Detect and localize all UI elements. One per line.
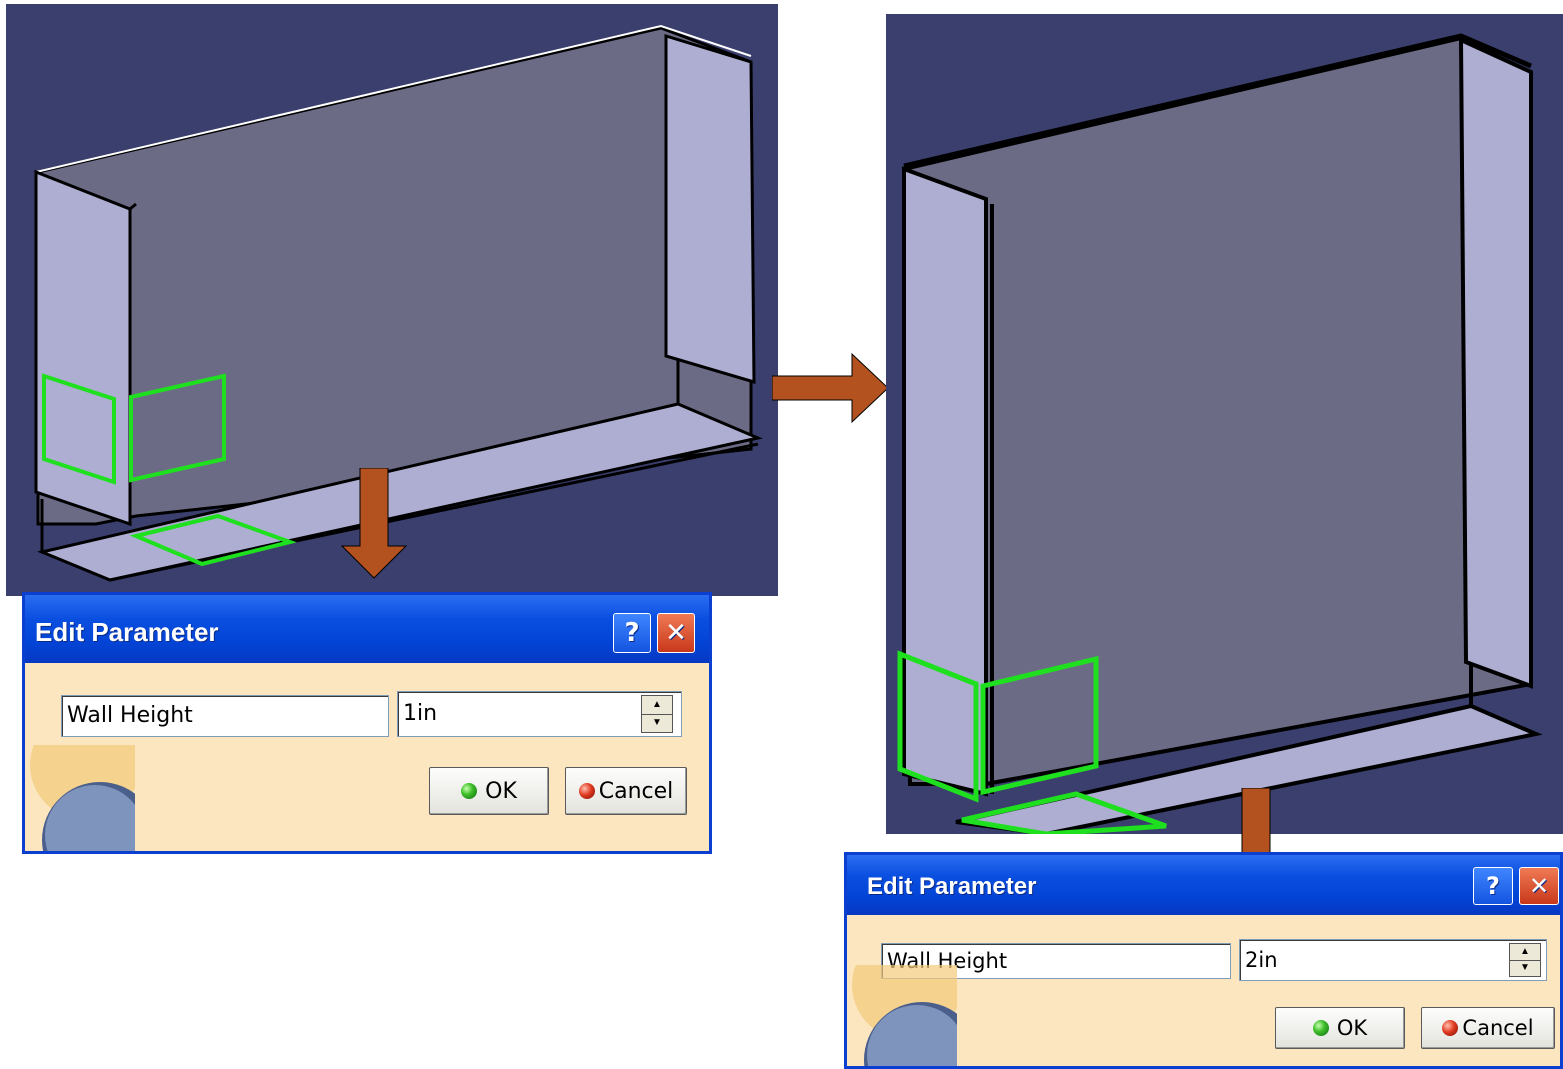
edit-parameter-dialog-right: Edit Parameter ? ✕ Wall Height 2in ▲ ▼ O… <box>844 852 1563 1069</box>
right-part-drawing <box>886 14 1563 834</box>
right-3d-viewport[interactable] <box>886 14 1563 834</box>
spin-down-icon[interactable]: ▼ <box>1510 960 1540 976</box>
ok-button[interactable]: OK <box>1275 1007 1405 1049</box>
ok-label: OK <box>485 778 517 804</box>
cancel-red-ball-icon <box>1442 1020 1459 1036</box>
dialog-titlebar[interactable]: Edit Parameter ? ✕ <box>847 855 1560 915</box>
dialog-title: Edit Parameter <box>35 617 219 647</box>
cancel-label: Cancel <box>598 778 674 804</box>
value-spinner[interactable]: ▲ ▼ <box>1509 943 1541 977</box>
close-button[interactable]: ✕ <box>657 613 695 653</box>
catia-globe-icon <box>30 745 135 851</box>
close-button[interactable]: ✕ <box>1519 867 1559 905</box>
help-button[interactable]: ? <box>1473 867 1513 905</box>
spin-down-icon[interactable]: ▼ <box>642 714 672 732</box>
ok-label: OK <box>1336 1016 1368 1040</box>
parameter-name-field[interactable]: Wall Height <box>61 695 389 737</box>
spin-up-icon[interactable]: ▲ <box>642 696 672 715</box>
edit-parameter-dialog-left: Edit Parameter ? ✕ Wall Height 1in ▲ ▼ O… <box>22 592 712 854</box>
value-spinner[interactable]: ▲ ▼ <box>641 695 673 733</box>
ok-button[interactable]: OK <box>429 767 549 815</box>
arrow-right-icon <box>772 352 889 424</box>
spin-up-icon[interactable]: ▲ <box>1510 944 1540 961</box>
parameter-value-field[interactable]: 1in <box>397 691 682 737</box>
right-back-wall <box>901 35 1533 786</box>
dialog-title: Edit Parameter <box>867 873 1037 900</box>
catia-globe-icon <box>852 965 957 1066</box>
cancel-red-ball-icon <box>578 783 595 799</box>
right-side-flange <box>664 33 756 385</box>
cancel-button[interactable]: Cancel <box>565 767 687 815</box>
ok-green-ball-icon <box>1312 1020 1329 1036</box>
right-side-flange-right <box>1458 36 1533 689</box>
parameter-value-field[interactable]: 2in <box>1239 939 1547 981</box>
ok-green-ball-icon <box>461 783 478 799</box>
dialog-titlebar[interactable]: Edit Parameter ? ✕ <box>25 595 709 663</box>
help-button[interactable]: ? <box>613 613 651 653</box>
cancel-button[interactable]: Cancel <box>1421 1007 1555 1049</box>
arrow-down-left-icon <box>340 468 408 579</box>
cancel-label: Cancel <box>1462 1016 1534 1040</box>
